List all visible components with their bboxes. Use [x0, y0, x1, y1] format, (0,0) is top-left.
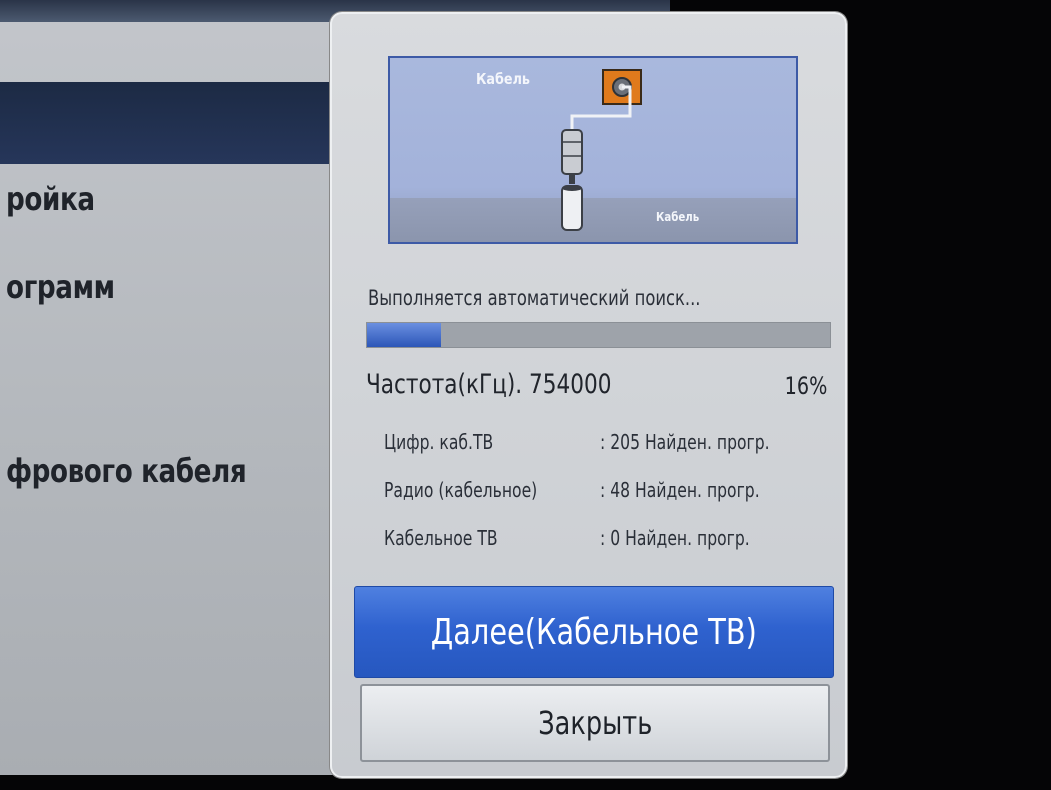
close-button-label: Закрыть [537, 704, 653, 742]
diagram-cable-label-top: Кабель [476, 70, 530, 88]
menu-selected-item[interactable] [0, 82, 350, 164]
digital-cable-tv-label: Цифр. каб.ТВ [384, 430, 494, 454]
menu-item-digital-cable[interactable]: фрового кабеля [6, 452, 247, 490]
cable-tv-label: Кабельное ТВ [384, 526, 498, 550]
search-progress-fill [367, 323, 442, 347]
cable-connection-diagram: Кабель Кабель [388, 56, 798, 244]
menu-item-setup[interactable]: ройка [6, 180, 95, 218]
search-progress-bar [366, 322, 831, 348]
progress-percent: 16% [784, 372, 827, 400]
search-status-text: Выполняется автоматический поиск... [368, 286, 701, 310]
cable-connector-icon [561, 69, 642, 231]
diagram-cable-label-bottom: Кабель [656, 210, 700, 224]
next-cable-tv-button-label: Далее(Кабельное ТВ) [430, 611, 758, 653]
menu-item-programs[interactable]: ограмм [6, 268, 115, 306]
cable-tv-count: : 0 Найден. прогр. [600, 526, 750, 550]
next-cable-tv-button[interactable]: Далее(Кабельное ТВ) [354, 586, 834, 678]
digital-cable-tv-count: : 205 Найден. прогр. [600, 430, 770, 454]
cable-radio-label: Радио (кабельное) [384, 478, 538, 502]
frequency-readout: Частота(кГц). 754000 [366, 369, 612, 400]
cable-radio-count: : 48 Найден. прогр. [600, 478, 760, 502]
auto-search-dialog: Кабель Кабель Выполняется автоматический… [330, 12, 847, 778]
close-button[interactable]: Закрыть [360, 684, 830, 762]
